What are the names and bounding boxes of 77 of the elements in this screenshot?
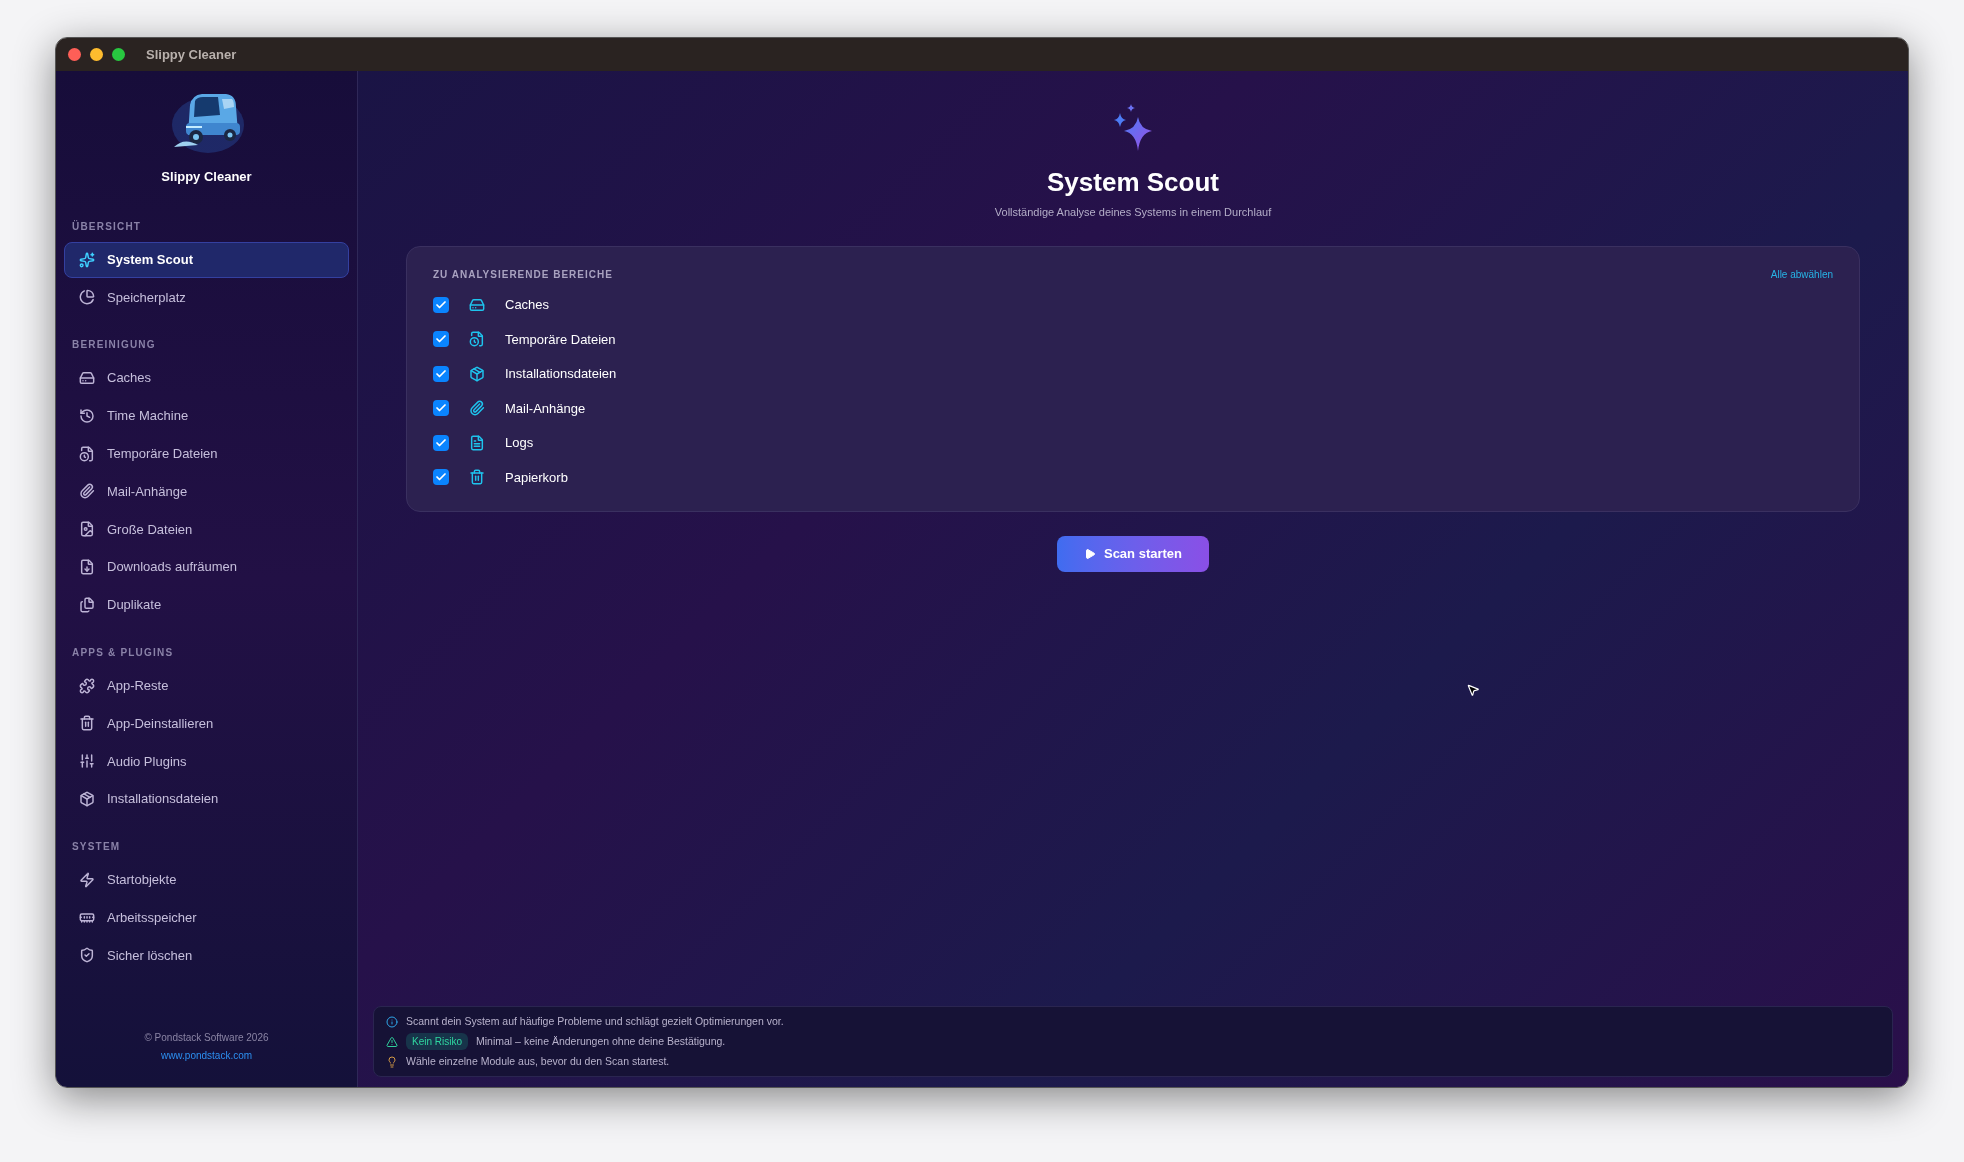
sparkles-icon xyxy=(79,251,95,268)
sidebar-item[interactable]: Audio Plugins xyxy=(64,743,349,780)
file-clock-icon xyxy=(469,331,485,348)
sliders-icon xyxy=(79,753,95,770)
page-subtitle: Vollständige Analyse deines Systems in einem Durchlauf xyxy=(994,205,1272,220)
checkbox[interactable] xyxy=(433,331,449,348)
area-label: Temporäre Dateien xyxy=(505,330,616,349)
area-label: Installationsdateien xyxy=(505,365,617,383)
paperclip-icon xyxy=(469,400,485,417)
check-icon xyxy=(435,367,447,380)
trash-icon xyxy=(469,469,485,486)
puzzle-icon xyxy=(79,677,95,694)
sidebar-item[interactable]: Downloads aufräumen xyxy=(64,549,349,586)
check-icon xyxy=(435,436,447,449)
file-text-icon xyxy=(469,434,485,451)
sidebar-item[interactable]: System Scout xyxy=(64,241,349,278)
drive-icon xyxy=(469,296,485,313)
package-icon xyxy=(469,365,485,382)
checkbox[interactable] xyxy=(433,296,449,313)
deselect-all-link[interactable]: Alle abwählen xyxy=(1770,266,1833,282)
checkbox[interactable] xyxy=(433,400,449,417)
app-name: Slippy Cleaner xyxy=(161,168,252,186)
checkbox[interactable] xyxy=(433,365,449,382)
lightbulb-icon xyxy=(386,1055,398,1068)
sidebar-item[interactable]: Speicherplatz xyxy=(64,279,349,316)
zoom-button[interactable] xyxy=(112,48,125,61)
page-title: System Scout xyxy=(1047,166,1219,199)
section-heading: APPS & PLUGINS xyxy=(71,645,175,660)
drive-icon xyxy=(79,370,95,387)
website-link[interactable]: www.pondstack.com xyxy=(160,1048,253,1063)
play-icon xyxy=(1083,547,1096,560)
risk-badge: Kein Risiko xyxy=(406,1033,469,1050)
info-icon xyxy=(386,1015,398,1028)
file-download-icon xyxy=(79,559,95,576)
sidebar-item[interactable]: App-Reste xyxy=(64,667,349,704)
area-label: Caches xyxy=(505,296,550,314)
window-title: Slippy Cleaner xyxy=(146,45,237,64)
package-icon xyxy=(79,791,95,808)
info-text: Scannt dein System auf häufige Probleme und schlägt gezielt Optimierungen vor. xyxy=(406,1013,784,1029)
file-clock-icon xyxy=(79,445,95,462)
sidebar-item[interactable]: Sicher löschen xyxy=(64,937,349,974)
checkbox[interactable] xyxy=(433,434,449,451)
section-heading: BEREINIGUNG xyxy=(71,338,157,353)
paperclip-icon xyxy=(79,483,95,500)
sidebar-item[interactable]: Startobjekte xyxy=(64,861,349,898)
info-text: Minimal – keine Änderungen ohne deine Bestätigung. xyxy=(476,1033,726,1049)
copyright-text: © Pondstack Software 2026 xyxy=(144,1031,269,1045)
sidebar-item[interactable]: Große Dateien xyxy=(64,511,349,548)
checkbox[interactable] xyxy=(433,469,449,486)
sidebar-item[interactable]: Arbeitsspeicher xyxy=(64,899,349,936)
files-icon xyxy=(79,596,95,613)
section-heading: SYSTEM xyxy=(71,839,122,854)
sidebar-item[interactable]: Duplikate xyxy=(64,586,349,623)
minimize-button[interactable] xyxy=(90,48,103,61)
sidebar-item[interactable]: App-Deinstallieren xyxy=(64,705,349,742)
sidebar-item[interactable]: Temporäre Dateien xyxy=(64,435,349,472)
trash-icon xyxy=(79,715,95,732)
pie-chart-icon xyxy=(79,289,95,306)
bolt-icon xyxy=(79,871,95,888)
warning-icon xyxy=(386,1035,398,1048)
sidebar-item[interactable]: Caches xyxy=(64,360,349,397)
area-label: Logs xyxy=(505,434,534,452)
scan-button[interactable]: Scan starten xyxy=(1057,535,1209,572)
sidebar-item[interactable]: Installationsdateien xyxy=(64,781,349,818)
history-icon xyxy=(79,407,95,424)
section-heading: ÜBERSICHT xyxy=(71,219,143,234)
section-heading: ZU ANALYSIERENDE BEREICHE xyxy=(433,267,613,282)
close-button[interactable] xyxy=(68,48,81,61)
info-text: Wähle einzelne Module aus, bevor du den Scan startest. xyxy=(406,1053,670,1069)
check-icon xyxy=(435,298,447,311)
sidebar-item[interactable]: Time Machine xyxy=(64,397,349,434)
area-label: Papierkorb xyxy=(505,468,568,487)
shield-icon xyxy=(79,947,95,964)
cursor-icon xyxy=(1466,683,1480,697)
file-image-icon xyxy=(79,521,95,538)
area-label: Mail-Anhänge xyxy=(505,399,586,418)
sidebar-item[interactable]: Mail-Anhänge xyxy=(64,473,349,510)
